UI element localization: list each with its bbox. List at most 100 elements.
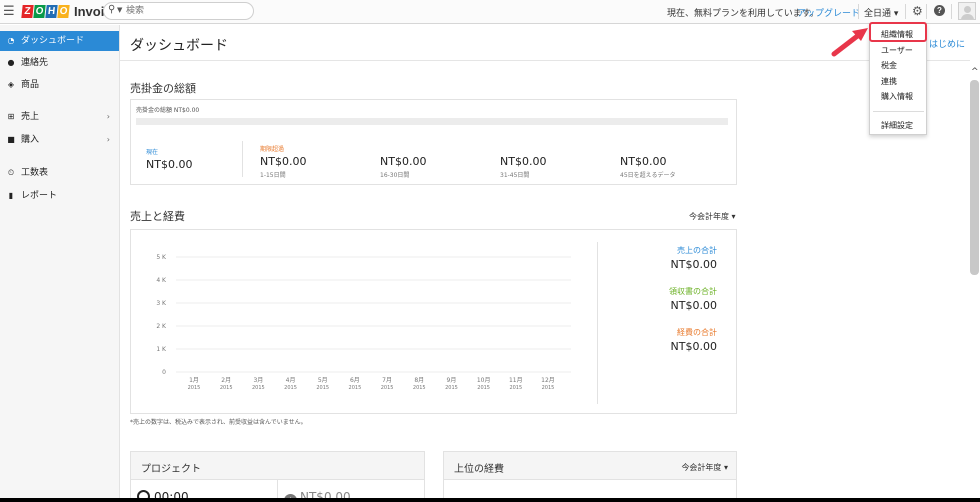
logo-letter-o: O [33, 5, 46, 18]
title-divider [120, 60, 970, 61]
x-tick-label: 5月 2015 [316, 377, 329, 391]
search-icon[interactable]: ⚲ [108, 4, 115, 15]
top-expenses-header: 上位の経費 今会計年度 ▾ [444, 452, 736, 480]
logo-letter-h: H [45, 5, 58, 18]
sales-footnote: *売上の数字は、税込みで表示され、前受収益は含んでいません。 [130, 419, 307, 426]
period-dropdown[interactable]: 今会計年度 ▾ [689, 211, 736, 222]
y-tick-label: 3 K [156, 300, 167, 307]
chevron-right-icon: › [106, 112, 110, 121]
y-tick-label: 4 K [156, 277, 167, 284]
x-tick-label: 2月 2015 [220, 377, 233, 391]
y-tick-label: 0 [162, 369, 166, 376]
topbar-divider [926, 4, 927, 19]
sidebar-item-items[interactable]: ◈ 商品 [0, 75, 119, 95]
avatar[interactable] [958, 2, 976, 20]
x-tick-label: 3月 2015 [252, 377, 265, 391]
dropdown-item-taxes[interactable]: 税金 [881, 60, 897, 71]
sales-expenses-chart-card: 0 1 K 2 K 3 K 4 K 5 K 1月 2015 2月 2015 3月 2015 4月 201… [130, 229, 737, 414]
help-icon[interactable]: ? [934, 5, 945, 16]
projects-title: プロジェクト [141, 464, 201, 475]
dropdown-item-advanced-settings[interactable]: 詳細設定 [881, 120, 913, 131]
dropdown-item-users[interactable]: ユーザー [881, 45, 913, 56]
dropdown-divider [873, 111, 924, 112]
search-scope-caret-icon[interactable]: ▼ [117, 6, 122, 14]
expenses-total-label: 経費の合計 [677, 328, 717, 337]
sidebar-item-label: 購入 [21, 135, 40, 145]
sidebar-item-purchases[interactable]: ■ 購入 › [0, 130, 119, 150]
y-tick-label: 2 K [156, 323, 167, 330]
y-tick-label: 5 K [156, 254, 167, 261]
overdue-amount-31-45[interactable]: NT$0.00 [500, 155, 546, 168]
sidebar-item-label: 商品 [21, 80, 40, 90]
scroll-up-icon[interactable]: ^ [971, 67, 979, 77]
sidebar-item-label: 売上 [21, 112, 40, 122]
projects-card: プロジェクト 00:00 $NT$0.00 [130, 451, 425, 502]
user-icon: ● [7, 58, 15, 67]
dropdown-item-purchase-info[interactable]: 購入情報 [881, 91, 913, 102]
x-tick-label: 4月 2015 [284, 377, 297, 391]
overdue-amount-over-45[interactable]: NT$0.00 [620, 155, 666, 168]
timesheet-icon: ⏲ [7, 168, 15, 177]
page-title: ダッシュボード [130, 38, 228, 54]
sidebar-item-label: ダッシュボード [21, 36, 85, 46]
top-expenses-card: 上位の経費 今会計年度 ▾ [443, 451, 737, 502]
dropdown-item-integrations[interactable]: 連携 [881, 76, 897, 87]
overdue-amount-1-15[interactable]: NT$0.00 [260, 155, 306, 168]
highlight-box [869, 22, 927, 42]
overdue-range-over-45: 45日を超えるデータ [620, 172, 676, 179]
dashboard-icon: ◔ [7, 36, 15, 45]
getting-started-link[interactable]: はじめに [929, 37, 965, 50]
topbar-divider [858, 4, 859, 19]
x-tick-label: 11月 2015 [509, 377, 523, 391]
receipts-total-label: 領収書の合計 [669, 287, 717, 296]
chart-divider [597, 242, 598, 404]
search-input[interactable] [126, 5, 246, 17]
gear-icon[interactable]: ⚙ [912, 4, 923, 18]
sales-total-label: 売上の合計 [677, 246, 717, 255]
logo-letter-z: Z [21, 5, 34, 18]
upgrade-link[interactable]: アップグレード [797, 6, 860, 19]
x-tick-label: 6月 2015 [349, 377, 362, 391]
receivables-progress-bar [136, 118, 728, 125]
logo-letter-o2: O [57, 5, 70, 18]
sales-total-value: NT$0.00 [670, 258, 717, 271]
x-tick-label: 7月 2015 [381, 377, 394, 391]
projects-header: プロジェクト [131, 452, 424, 480]
sidebar-item-contacts[interactable]: ● 連絡先 [0, 53, 119, 73]
search-box[interactable]: ⚲ ▼ [103, 2, 254, 20]
x-tick-label: 12月 2015 [541, 377, 555, 391]
current-amount[interactable]: NT$0.00 [146, 158, 192, 171]
sidebar-item-label: 工数表 [21, 168, 49, 178]
overdue-range-1-15: 1-15日間 [260, 172, 286, 179]
sidebar: ◔ ダッシュボード ● 連絡先 ◈ 商品 ⊞ 売上 › ■ 購入 › ⏲ 工数表… [0, 25, 120, 502]
screen-bottom-border [0, 498, 980, 502]
receipts-total-value: NT$0.00 [670, 299, 717, 312]
overdue-amount-16-30[interactable]: NT$0.00 [380, 155, 426, 168]
bag-icon: ■ [7, 135, 15, 144]
receivables-title: 売掛金の総額 [130, 82, 196, 95]
sidebar-item-sales[interactable]: ⊞ 売上 › [0, 107, 119, 127]
overdue-label: 期限超過 [260, 146, 285, 153]
sidebar-item-timesheet[interactable]: ⏲ 工数表 [0, 163, 119, 183]
top-bar: ☰ Z O H O Invoice ⚲ ▼ 現在、無料プランを利用しています。 … [0, 0, 980, 24]
x-tick-label: 1月 2015 [188, 377, 201, 391]
sidebar-item-label: レポート [21, 191, 58, 201]
current-label: 現在 [146, 149, 159, 156]
receivables-divider [242, 141, 243, 177]
sidebar-item-dashboard[interactable]: ◔ ダッシュボード [0, 31, 119, 51]
sidebar-item-reports[interactable]: ▮ レポート [0, 186, 119, 206]
hamburger-menu-icon[interactable]: ☰ [3, 5, 15, 18]
overdue-range-16-30: 16-30日間 [380, 172, 410, 179]
scrollbar[interactable] [970, 80, 979, 275]
annotation-arrow-icon [831, 28, 868, 57]
overdue-range-31-45: 31-45日間 [500, 172, 530, 179]
bar-chart-icon: ▮ [8, 191, 14, 200]
top-expenses-period-dropdown[interactable]: 今会計年度 ▾ [681, 462, 728, 473]
sales-expenses-chart: 0 1 K 2 K 3 K 4 K 5 K 1月 2015 2月 2015 3月 2015 4月 201… [156, 254, 571, 391]
sales-expenses-title: 売上と経費 [130, 210, 185, 223]
sidebar-item-label: 連絡先 [21, 58, 49, 68]
notification-dropdown[interactable]: 全日通 ▾ [864, 6, 898, 19]
receivables-card: 売掛金の総額 NT$0.00 現在 NT$0.00 期限超過 NT$0.00 1… [130, 99, 737, 185]
topbar-divider [951, 4, 952, 19]
topbar-divider [905, 4, 906, 19]
